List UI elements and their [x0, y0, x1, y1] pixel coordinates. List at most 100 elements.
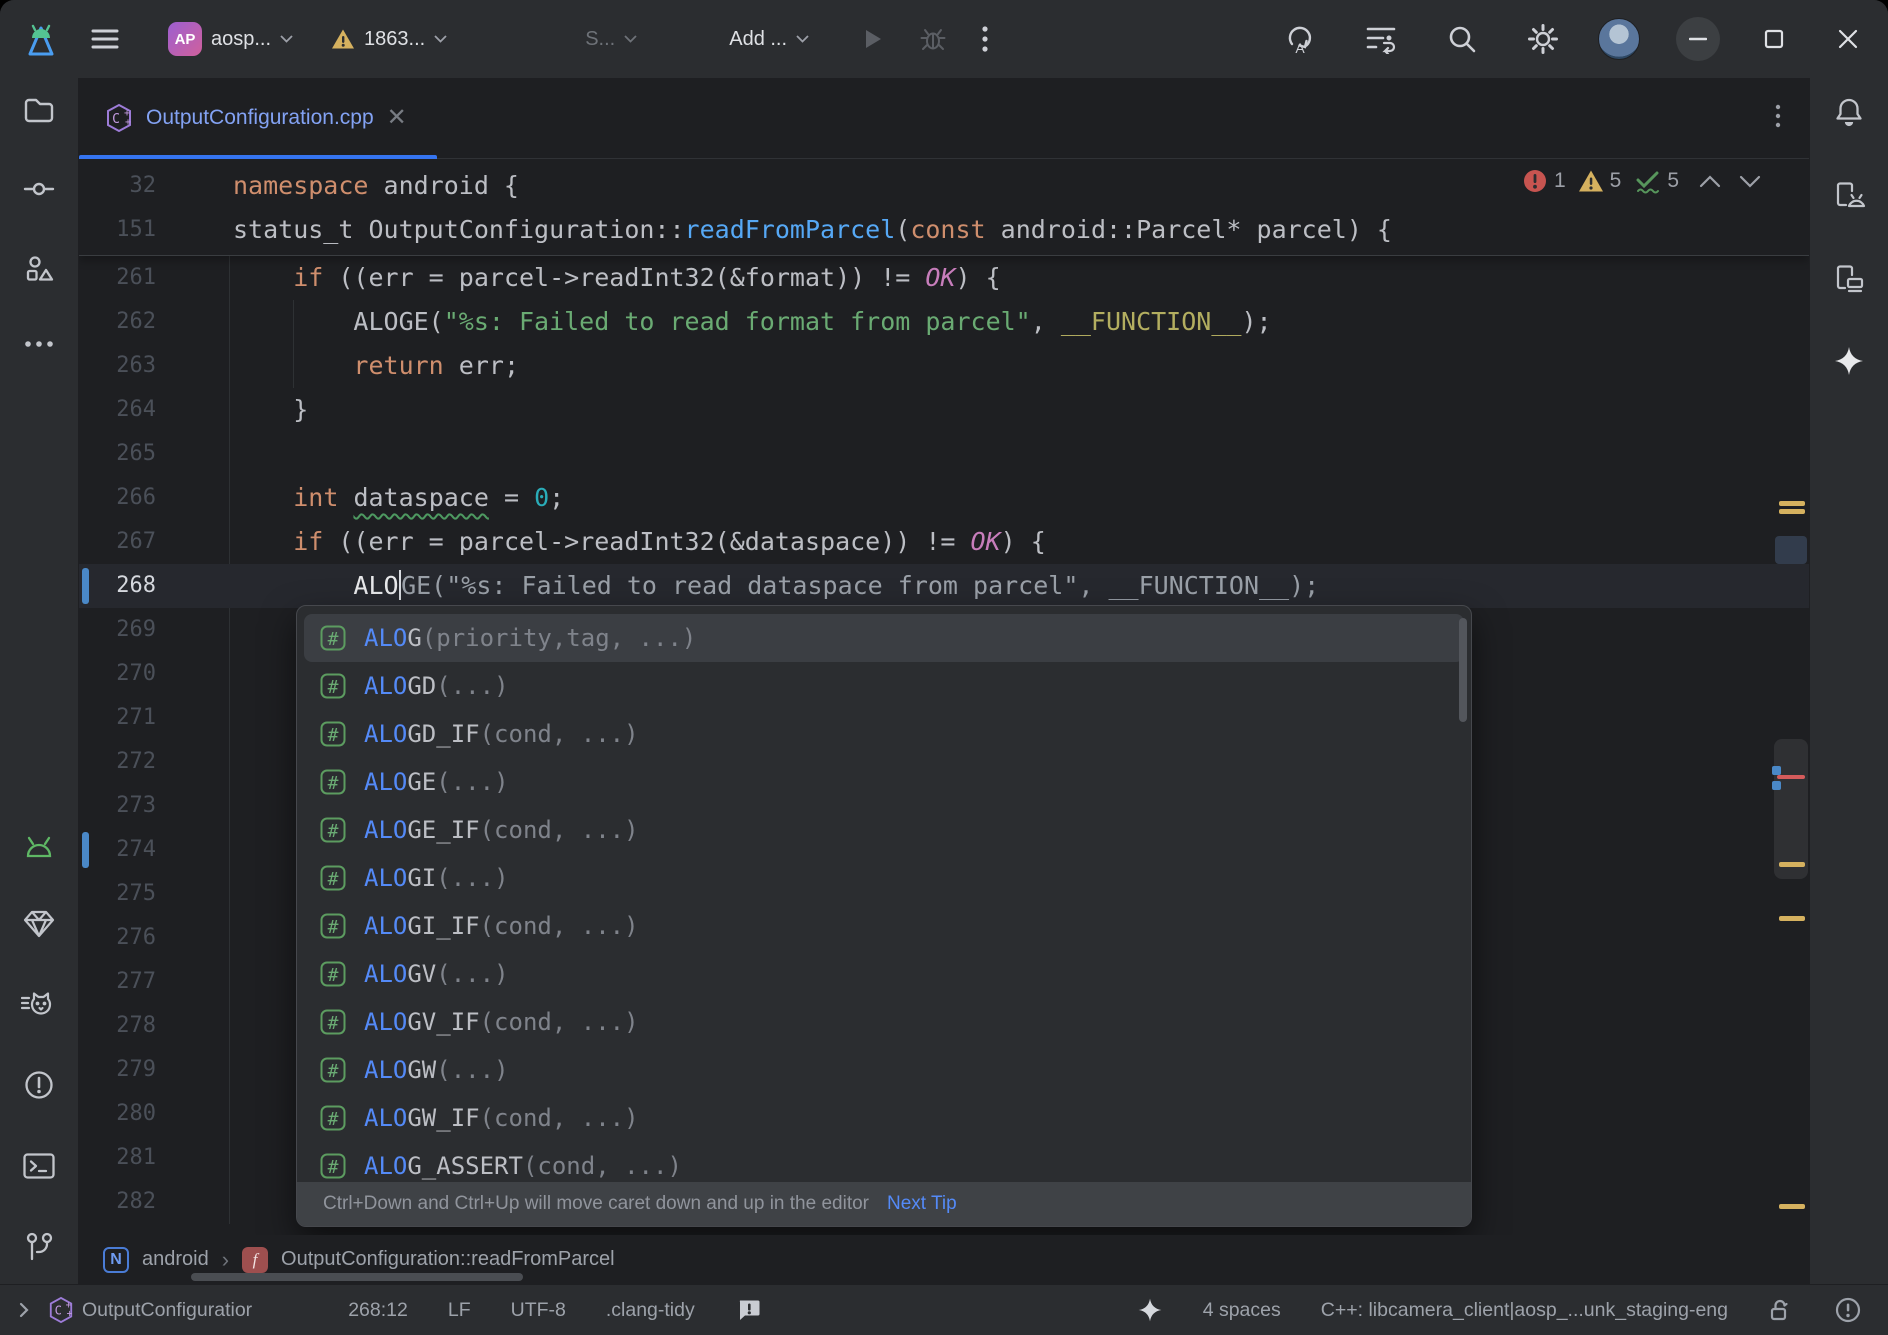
inspections-widget[interactable]: 1 5 5 — [1522, 167, 1761, 195]
line-number[interactable]: 279 — [79, 1048, 156, 1092]
line-number[interactable]: 282 — [79, 1180, 156, 1224]
line-number[interactable]: 269 — [79, 608, 156, 652]
code-line-262[interactable]: 262 ALOGE("%s: Failed to read format fro… — [79, 300, 1809, 344]
stripe-warning-mark[interactable] — [1779, 916, 1805, 921]
completion-item-alogv_if[interactable]: #ALOGV_IF(cond, ...) — [304, 998, 1464, 1046]
line-number[interactable]: 277 — [79, 960, 156, 1004]
line-number[interactable]: 151 — [79, 208, 156, 252]
line-number[interactable]: 262 — [79, 300, 156, 344]
horizontal-scrollbar-thumb[interactable] — [191, 1273, 523, 1281]
translate-icon[interactable]: A — [1272, 14, 1326, 64]
code-line-263[interactable]: 263 return err; — [79, 344, 1809, 388]
terminal-icon[interactable] — [22, 1152, 56, 1185]
line-separator-widget[interactable]: LF — [448, 1299, 471, 1322]
line-number[interactable]: 271 — [79, 696, 156, 740]
code-line-267[interactable]: 267 if ((err = parcel->readInt32(&datasp… — [79, 520, 1809, 564]
line-number[interactable]: 281 — [79, 1136, 156, 1180]
completion-item-alogi_if[interactable]: #ALOGI_IF(cond, ...) — [304, 902, 1464, 950]
hamburger-menu-icon[interactable] — [80, 19, 130, 59]
toolchain-widget[interactable]: C++: libcamera_client|aosp_...unk_stagin… — [1321, 1299, 1728, 1322]
breadcrumb-namespace[interactable]: android — [142, 1248, 209, 1271]
logcat-cat-icon[interactable] — [21, 990, 57, 1023]
line-number[interactable]: 265 — [79, 432, 156, 476]
code-editor[interactable]: 261 if ((err = parcel->readInt32(&format… — [79, 159, 1809, 1235]
device-selector[interactable]: S... — [575, 20, 647, 59]
line-number[interactable]: 266 — [79, 476, 156, 520]
code-line-266[interactable]: 266 int dataspace = 0; — [79, 476, 1809, 520]
line-number[interactable]: 263 — [79, 344, 156, 388]
git-branch-icon[interactable] — [24, 1231, 54, 1270]
stripe-warning-mark[interactable] — [1779, 1204, 1805, 1209]
device-manager-icon[interactable] — [1832, 179, 1866, 216]
stripe-warning-mark[interactable] — [1779, 862, 1805, 867]
line-number[interactable]: 261 — [79, 256, 156, 300]
project-widget[interactable]: AP aosp... — [158, 14, 303, 64]
gem-diamond-icon[interactable] — [22, 909, 56, 944]
line-number[interactable]: 264 — [79, 388, 156, 432]
line-number[interactable]: 278 — [79, 1004, 156, 1048]
indent-widget[interactable]: 4 spaces — [1203, 1299, 1281, 1322]
statusbar-file-widget[interactable]: C++ OutputConfiguratior — [48, 1296, 252, 1324]
code-line-151[interactable]: 151status_t OutputConfiguration::readFro… — [79, 208, 1809, 252]
line-number[interactable]: 32 — [79, 164, 156, 208]
tab-close-icon[interactable]: ✕ — [387, 106, 407, 130]
project-folder-icon[interactable] — [23, 96, 55, 129]
running-devices-icon[interactable] — [1832, 262, 1866, 299]
completion-item-alogv[interactable]: #ALOGV(...) — [304, 950, 1464, 998]
prev-problem-chevron-icon[interactable] — [1699, 175, 1721, 188]
more-actions-kebab-icon[interactable] — [971, 16, 999, 62]
commit-icon[interactable] — [23, 175, 55, 208]
line-number[interactable]: 276 — [79, 916, 156, 960]
stripe-warning-mark[interactable] — [1779, 509, 1805, 514]
completion-item-aloge[interactable]: #ALOGE(...) — [304, 758, 1464, 806]
line-number[interactable]: 280 — [79, 1092, 156, 1136]
code-line-261[interactable]: 261 if ((err = parcel->readInt32(&format… — [79, 256, 1809, 300]
unlocked-padlock-icon[interactable] — [1768, 1296, 1794, 1324]
completion-item-alogd[interactable]: #ALOGD(...) — [304, 662, 1464, 710]
caret-position-widget[interactable]: 268:12 — [348, 1299, 408, 1322]
run-button[interactable] — [849, 18, 895, 60]
settings-gear-icon[interactable] — [1516, 14, 1570, 64]
reader-mode-icon[interactable] — [735, 1296, 763, 1324]
passed-count-widget[interactable]: 5 — [1633, 167, 1679, 195]
code-line-264[interactable]: 264 } — [79, 388, 1809, 432]
breadcrumb-function[interactable]: OutputConfiguration::readFromParcel — [281, 1248, 615, 1271]
stripe-caret-mark[interactable] — [1775, 536, 1807, 564]
structure-icon[interactable] — [23, 254, 55, 289]
user-avatar[interactable] — [1598, 18, 1640, 60]
code-line-268[interactable]: 268 ALOGE("%s: Failed to read dataspace … — [79, 564, 1809, 608]
clang-tidy-widget[interactable]: .clang-tidy — [606, 1299, 695, 1322]
vcs-branch-widget[interactable]: 1863... — [321, 20, 457, 59]
window-minimize-button[interactable] — [1676, 17, 1720, 61]
tab-outputconfiguration-cpp[interactable]: C++ OutputConfiguration.cpp ✕ — [79, 78, 437, 158]
window-close-button[interactable] — [1828, 21, 1868, 57]
debug-button[interactable] — [909, 17, 957, 61]
completion-item-alogw[interactable]: #ALOGW(...) — [304, 1046, 1464, 1094]
android-logcat-icon[interactable] — [22, 832, 56, 863]
task-list-icon[interactable] — [1354, 16, 1408, 62]
line-number[interactable]: 267 — [79, 520, 156, 564]
window-maximize-button[interactable] — [1754, 21, 1794, 57]
more-tool-windows-icon[interactable] — [24, 335, 54, 353]
search-icon[interactable] — [1436, 15, 1488, 63]
line-number[interactable]: 275 — [79, 872, 156, 916]
line-number[interactable]: 270 — [79, 652, 156, 696]
stripe-error-mark[interactable] — [1777, 775, 1805, 779]
stripe-vcs-mark[interactable] — [1772, 781, 1781, 790]
completion-item-aloge_if[interactable]: #ALOGE_IF(cond, ...) — [304, 806, 1464, 854]
next-problem-chevron-icon[interactable] — [1739, 175, 1761, 188]
line-number[interactable]: 268 — [79, 564, 156, 608]
completion-item-alogd_if[interactable]: #ALOGD_IF(cond, ...) — [304, 710, 1464, 758]
editor-scrollbar-thumb[interactable] — [1774, 739, 1808, 879]
run-configuration-selector[interactable]: Add ... — [719, 20, 819, 59]
completion-item-alog[interactable]: #ALOG(priority,tag, ...) — [304, 614, 1464, 662]
completion-item-alogi[interactable]: #ALOGI(...) — [304, 854, 1464, 902]
problems-icon[interactable] — [23, 1069, 55, 1106]
warning-count-widget[interactable]: 5 — [1578, 169, 1622, 193]
next-tip-link[interactable]: Next Tip — [887, 1193, 957, 1215]
error-stripe[interactable] — [1771, 159, 1809, 1235]
gemini-sparkle-icon[interactable] — [1833, 345, 1865, 382]
notifications-bell-icon[interactable] — [1833, 96, 1865, 133]
stripe-warning-mark[interactable] — [1779, 501, 1805, 506]
stripe-vcs-mark[interactable] — [1772, 766, 1781, 775]
